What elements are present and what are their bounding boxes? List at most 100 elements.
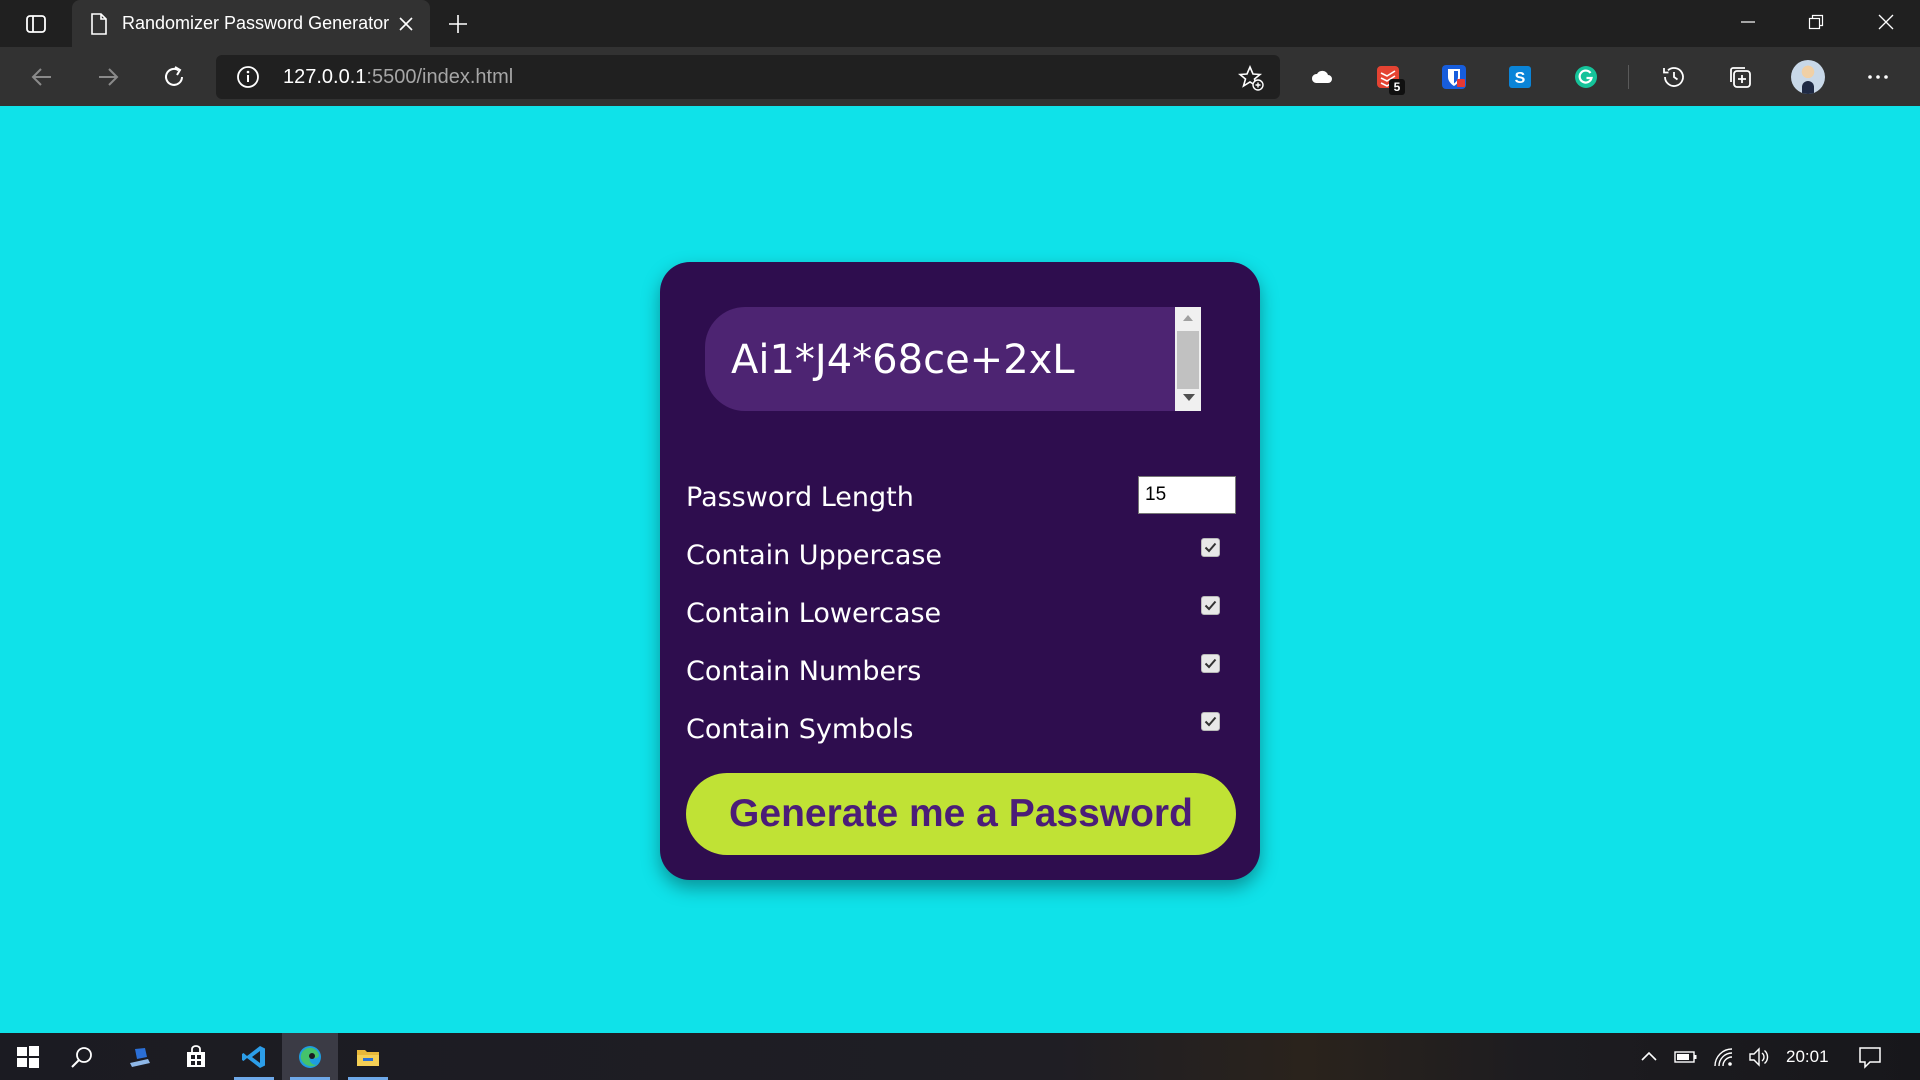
start-icon: [17, 1045, 39, 1068]
generate-password-button[interactable]: Generate me a Password: [686, 773, 1236, 855]
restore-icon: [1808, 14, 1824, 30]
url-path: :5500/index.html: [366, 66, 514, 88]
password-length-input[interactable]: 15: [1138, 476, 1236, 514]
url-host: 127.0.0.1: [283, 66, 367, 88]
skype-extension-button[interactable]: S: [1502, 59, 1538, 95]
avatar: [1791, 60, 1825, 94]
taskbar-pen-app-button[interactable]: [112, 1033, 168, 1080]
show-hidden-icons-button[interactable]: [1637, 1045, 1661, 1069]
pen-app-icon: [130, 1047, 150, 1067]
page-icon: [91, 12, 107, 35]
notification-icon: [1859, 1047, 1881, 1069]
tab-actions-icon: [26, 15, 46, 33]
taskbar-store-button[interactable]: [168, 1033, 224, 1080]
close-window-button[interactable]: [1852, 0, 1920, 44]
numbers-checkbox[interactable]: [1201, 654, 1220, 673]
close-icon: [399, 17, 413, 31]
password-length-label: Password Length: [686, 482, 914, 513]
back-button[interactable]: [24, 59, 60, 95]
output-scrollbar[interactable]: [1175, 307, 1201, 411]
browser-tab-strip: Randomizer Password Generator: [0, 0, 1920, 47]
svg-text:S: S: [1515, 70, 1526, 87]
collections-icon: [1730, 67, 1751, 88]
bitwarden-extension-button[interactable]: [1436, 59, 1472, 95]
vscode-icon: [242, 1045, 265, 1068]
numbers-option-label: Contain Numbers: [686, 656, 922, 687]
checkmark-icon: [1204, 600, 1217, 611]
uppercase-option-row: Contain Uppercase: [686, 534, 1236, 574]
lowercase-option-row: Contain Lowercase: [686, 592, 1236, 632]
cloud-extension-button[interactable]: [1304, 59, 1340, 95]
tab-title: Randomizer Password Generator: [122, 13, 390, 33]
taskbar-clock[interactable]: 20:01: [1786, 1047, 1829, 1067]
start-button[interactable]: [0, 1033, 56, 1080]
profile-button[interactable]: [1790, 59, 1826, 95]
forward-arrow-icon: [99, 68, 119, 86]
grammarly-icon: [1575, 66, 1597, 88]
numbers-option-row: Contain Numbers: [686, 650, 1236, 690]
restore-button[interactable]: [1782, 0, 1850, 44]
refresh-button[interactable]: [156, 59, 192, 95]
network-button[interactable]: [1711, 1045, 1735, 1069]
uppercase-option-label: Contain Uppercase: [686, 540, 943, 571]
todoist-extension-button[interactable]: 5: [1370, 59, 1406, 95]
close-window-icon: [1878, 14, 1894, 30]
generate-password-label: Generate me a Password: [729, 792, 1193, 835]
taskbar-vscode-button[interactable]: [226, 1033, 282, 1080]
refresh-icon: [165, 66, 183, 86]
settings-menu-button[interactable]: [1860, 59, 1896, 95]
new-tab-button[interactable]: [442, 10, 474, 38]
checkmark-icon: [1204, 658, 1217, 669]
action-center-button[interactable]: [1858, 1045, 1882, 1069]
url-text: 127.0.0.1:5500/index.html: [283, 66, 513, 89]
edge-icon: [299, 1045, 321, 1068]
scroll-up-arrow-icon[interactable]: [1183, 315, 1193, 321]
cloud-icon: [1311, 70, 1332, 83]
taskbar-file-explorer-button[interactable]: [340, 1033, 396, 1080]
password-generator-card: Ai1*J4*68ce+2xL Password Length 15 Conta…: [660, 262, 1260, 880]
history-button[interactable]: [1656, 59, 1692, 95]
taskbar-search-button[interactable]: [54, 1033, 110, 1080]
symbols-checkbox[interactable]: [1201, 712, 1220, 731]
lowercase-checkbox[interactable]: [1201, 596, 1220, 615]
uppercase-checkbox[interactable]: [1201, 538, 1220, 557]
toolbar-separator: [1628, 65, 1629, 89]
browser-tab[interactable]: Randomizer Password Generator: [72, 0, 430, 47]
checkmark-icon: [1204, 716, 1217, 727]
back-arrow-icon: [31, 68, 51, 86]
add-favorite-icon[interactable]: [1238, 65, 1264, 91]
more-dots-icon: [1868, 75, 1888, 79]
battery-button[interactable]: [1674, 1045, 1698, 1069]
browser-toolbar: 127.0.0.1:5500/index.html 5 S: [0, 47, 1920, 106]
s-letter-icon: S: [1509, 66, 1531, 88]
tab-actions-button[interactable]: [18, 10, 54, 38]
lowercase-option-label: Contain Lowercase: [686, 598, 942, 629]
taskbar-edge-button[interactable]: [282, 1033, 338, 1080]
symbols-option-row: Contain Symbols: [686, 708, 1236, 748]
address-bar[interactable]: 127.0.0.1:5500/index.html: [216, 55, 1280, 99]
grammarly-extension-button[interactable]: [1568, 59, 1604, 95]
minimize-button[interactable]: [1714, 0, 1782, 44]
bitwarden-shield-icon: [1442, 65, 1466, 89]
history-icon: [1663, 67, 1684, 87]
battery-icon: [1674, 1051, 1697, 1063]
collections-button[interactable]: [1722, 59, 1758, 95]
speaker-icon: [1749, 1047, 1769, 1067]
store-icon: [187, 1044, 205, 1067]
minimize-icon: [1741, 21, 1755, 23]
forward-button[interactable]: [90, 59, 126, 95]
scroll-down-arrow-icon[interactable]: [1183, 394, 1195, 401]
site-info-icon[interactable]: [236, 65, 260, 89]
password-length-row: Password Length 15: [686, 476, 1236, 516]
search-icon: [71, 1046, 92, 1068]
password-output[interactable]: Ai1*J4*68ce+2xL: [705, 307, 1201, 411]
chevron-up-icon: [1641, 1051, 1657, 1061]
checkmark-icon: [1204, 542, 1217, 553]
symbols-option-label: Contain Symbols: [686, 714, 914, 745]
volume-button[interactable]: [1747, 1045, 1771, 1069]
file-explorer-icon: [357, 1049, 379, 1066]
password-text[interactable]: Ai1*J4*68ce+2xL: [731, 337, 1075, 383]
tab-close-button[interactable]: [394, 12, 418, 36]
scrollbar-thumb[interactable]: [1177, 331, 1199, 389]
todoist-badge: 5: [1389, 79, 1405, 95]
